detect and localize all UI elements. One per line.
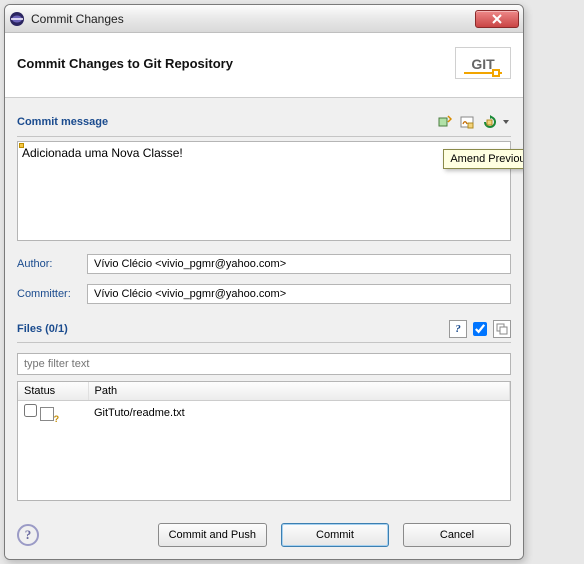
git-logo: GIT xyxy=(455,47,511,79)
dialog-header: Commit Changes to Git Repository GIT xyxy=(5,33,523,98)
select-all-checkbox[interactable] xyxy=(473,322,487,336)
col-status[interactable]: Status xyxy=(18,382,88,401)
committer-label: Committer: xyxy=(17,288,87,300)
insert-template-button[interactable] xyxy=(435,112,455,132)
file-checkbox[interactable] xyxy=(24,404,37,417)
window-title: Commit Changes xyxy=(31,12,475,26)
menu-dropdown-button[interactable] xyxy=(501,112,511,132)
commit-and-push-button[interactable]: Commit and Push xyxy=(158,523,267,547)
deselect-all-button[interactable] xyxy=(493,320,511,338)
commit-button[interactable]: Commit xyxy=(281,523,389,547)
button-bar: ? Commit and Push Commit Cancel xyxy=(5,511,523,559)
commit-message-section: Commit message xyxy=(17,108,511,137)
col-path[interactable]: Path xyxy=(88,382,510,401)
untracked-file-icon: ? xyxy=(40,407,54,421)
file-list[interactable]: Status Path ? GitTuto/readme.txt xyxy=(17,381,511,501)
file-path: GitTuto/readme.txt xyxy=(88,401,510,425)
commit-dialog: Commit Changes Commit Changes to Git Rep… xyxy=(4,4,524,560)
author-field[interactable] xyxy=(87,254,511,274)
dialog-title: Commit Changes to Git Repository xyxy=(17,56,455,71)
table-row[interactable]: ? GitTuto/readme.txt xyxy=(18,401,510,425)
author-label: Author: xyxy=(17,258,87,270)
commit-message-input[interactable] xyxy=(17,141,511,241)
amend-tooltip: Amend Previous Commit xyxy=(443,149,524,169)
filter-input[interactable] xyxy=(17,353,511,375)
eclipse-icon xyxy=(9,11,25,27)
committer-field[interactable] xyxy=(87,284,511,304)
cancel-button[interactable]: Cancel xyxy=(403,523,511,547)
table-header-row: Status Path xyxy=(18,382,510,401)
signed-off-button[interactable] xyxy=(457,112,477,132)
files-label: Files (0/1) xyxy=(17,323,449,335)
gutter-marker-icon xyxy=(19,143,24,148)
commit-message-wrap: Amend Previous Commit xyxy=(17,141,511,244)
files-section: Files (0/1) ? xyxy=(17,316,511,343)
files-help-button[interactable]: ? xyxy=(449,320,467,338)
commit-message-label: Commit message xyxy=(17,116,433,128)
titlebar[interactable]: Commit Changes xyxy=(5,5,523,33)
help-icon[interactable]: ? xyxy=(17,524,39,546)
close-button[interactable] xyxy=(475,10,519,28)
amend-commit-button[interactable] xyxy=(479,112,499,132)
